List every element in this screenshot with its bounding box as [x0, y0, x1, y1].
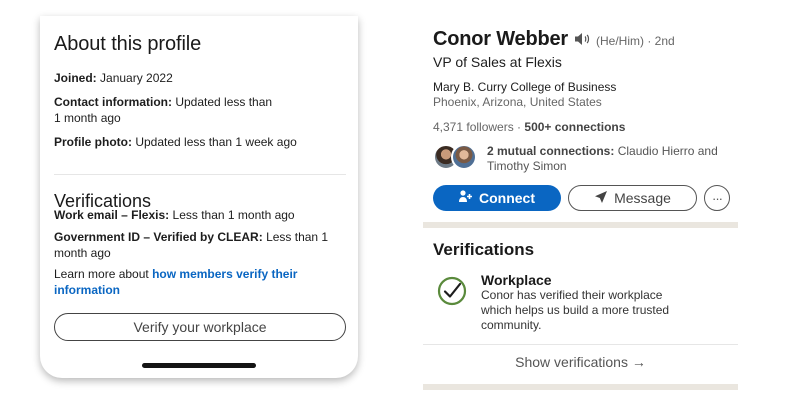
connections-count[interactable]: 500+ connections	[524, 120, 625, 134]
verify-workplace-button[interactable]: Verify your workplace	[54, 313, 346, 341]
mutual-count: 2 mutual connections:	[487, 144, 615, 158]
learn-more-prefix: Learn more about	[54, 267, 149, 281]
contact-row: Contact information: Updated less than 1…	[54, 94, 346, 126]
section-separator	[423, 384, 738, 390]
profile-headline: VP of Sales at Flexis	[433, 54, 562, 70]
profile-location: Phoenix, Arizona, United States	[433, 95, 602, 109]
about-profile-panel: About this profile Joined: January 2022 …	[40, 16, 358, 378]
add-person-icon	[459, 190, 473, 206]
joined-value: January 2022	[100, 71, 173, 85]
speaker-icon[interactable]	[574, 32, 592, 46]
gov-id-label: Government ID – Verified by CLEAR:	[54, 230, 263, 244]
mutual-connections[interactable]: 2 mutual connections: Claudio Hierro and…	[487, 144, 732, 174]
connect-label: Connect	[479, 190, 535, 206]
work-email-label: Work email – Flexis:	[54, 208, 170, 222]
workplace-description: Conor has verified their workplace which…	[481, 288, 686, 333]
joined-row: Joined: January 2022	[54, 70, 346, 86]
divider	[423, 344, 738, 345]
gov-id-value: Less than 1	[266, 230, 329, 244]
work-email-row: Work email – Flexis: Less than 1 month a…	[54, 207, 346, 223]
work-email-value: Less than 1 month ago	[172, 208, 295, 222]
workplace-desc-line: which helps us build a more trusted	[481, 303, 670, 317]
learn-more-row: Learn more about how members verify thei…	[54, 266, 346, 298]
profile-name: Conor Webber	[433, 28, 569, 50]
photo-row: Profile photo: Updated less than 1 week …	[54, 134, 346, 150]
followers-count[interactable]: 4,371 followers	[433, 120, 514, 134]
workplace-desc-line: community.	[481, 318, 542, 332]
pronouns-degree: (He/Him) · 2nd	[596, 34, 675, 48]
mutual-names-cont: Timothy Simon	[487, 159, 567, 173]
section-separator	[423, 222, 738, 228]
message-button[interactable]: Message	[568, 185, 697, 211]
name-line: Conor Webber (He/Him) · 2nd	[433, 28, 675, 51]
contact-value-cont: 1 month ago	[54, 111, 121, 125]
home-indicator	[142, 363, 256, 368]
photo-value: Updated less than 1 week ago	[135, 135, 297, 149]
gov-id-row: Government ID – Verified by CLEAR: Less …	[54, 229, 346, 261]
joined-label: Joined:	[54, 71, 97, 85]
workplace-desc-line: Conor has verified their workplace	[481, 288, 663, 302]
section-divider	[54, 174, 346, 175]
about-title: About this profile	[54, 33, 202, 55]
mutual-avatars[interactable]	[433, 144, 481, 172]
photo-label: Profile photo:	[54, 135, 132, 149]
stage: About this profile Joined: January 2022 …	[0, 0, 800, 400]
learn-more-link-cont[interactable]: information	[54, 283, 120, 297]
profile-stats: 4,371 followers · 500+ connections	[433, 120, 625, 134]
learn-more-link[interactable]: how members verify their	[152, 267, 297, 281]
mutual-names: Claudio Hierro and	[617, 144, 718, 158]
show-verifications-link[interactable]: Show verifications →	[423, 354, 738, 370]
profile-card: Conor Webber (He/Him) · 2nd VP of Sales …	[423, 22, 738, 392]
profile-school[interactable]: Mary B. Curry College of Business	[433, 80, 616, 94]
connect-button[interactable]: Connect	[433, 185, 561, 211]
gov-id-value-cont: month ago	[54, 246, 111, 260]
send-icon	[594, 190, 608, 207]
stats-separator: ·	[513, 120, 525, 134]
verifications-title: Verifications	[433, 240, 535, 259]
more-options-button[interactable]: ···	[704, 185, 730, 211]
contact-value: Updated less than	[175, 95, 273, 109]
contact-label: Contact information:	[54, 95, 172, 109]
workplace-title: Workplace	[481, 272, 552, 288]
avatar	[451, 144, 477, 170]
verified-check-icon	[437, 276, 467, 306]
message-label: Message	[614, 190, 671, 206]
